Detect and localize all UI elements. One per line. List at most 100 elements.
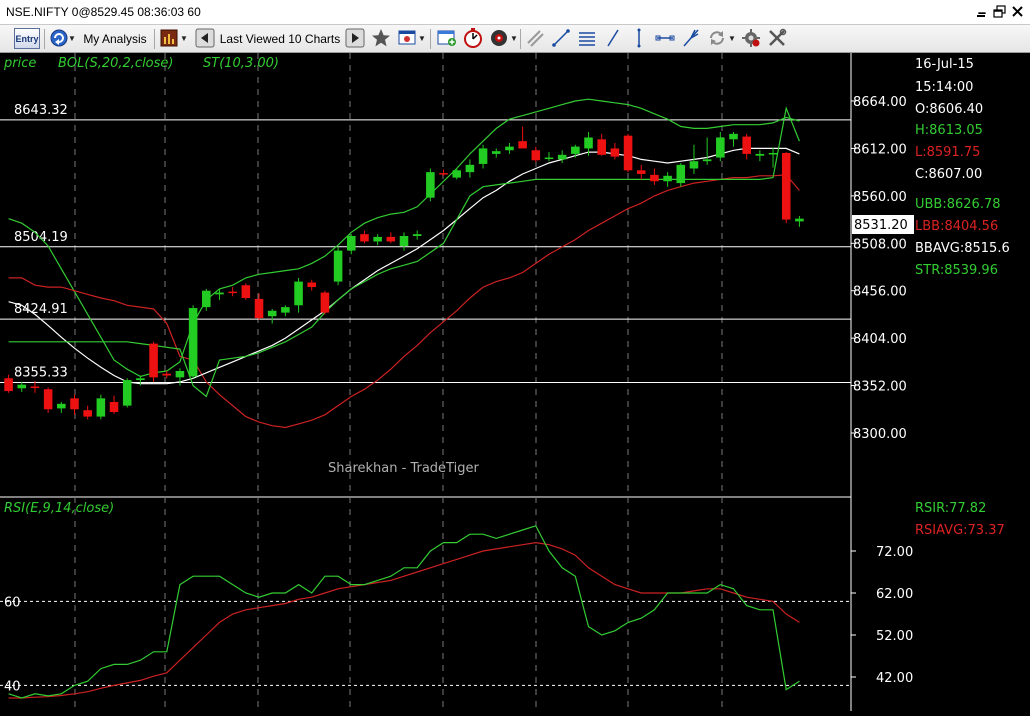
candle-body — [43, 389, 53, 410]
candle-body — [742, 136, 751, 154]
tools-icon[interactable] — [766, 28, 788, 48]
candle-body — [83, 410, 92, 417]
candle-body — [426, 172, 435, 198]
candle-body — [307, 282, 317, 288]
candle-body — [689, 161, 699, 169]
chart-area[interactable]: price BOL(S,20,2,close) ST(10,3.00) Shar… — [0, 53, 1030, 711]
channel-icon[interactable] — [628, 28, 650, 48]
candle-body — [373, 236, 382, 242]
speaker-dropdown-arrow[interactable]: ▼ — [510, 28, 518, 49]
candle-body — [623, 135, 633, 171]
rsi-line — [8, 525, 800, 699]
drawing-tools-icon[interactable] — [396, 28, 418, 48]
last-viewed-charts-button[interactable]: Last Viewed 10 Charts — [218, 28, 342, 49]
candle-body — [202, 290, 211, 308]
candle-body — [531, 150, 541, 161]
pitchfork-icon[interactable] — [680, 28, 702, 48]
trend-line-icon[interactable] — [524, 28, 546, 48]
candle-body — [702, 159, 712, 162]
candle-body — [491, 151, 501, 154]
settings-gear-icon[interactable] — [740, 28, 762, 48]
my-analysis-label: My Analysis — [83, 31, 147, 46]
candle-body — [716, 137, 725, 158]
candle-body — [557, 154, 567, 160]
stopwatch-icon[interactable] — [462, 28, 484, 48]
price-level-label: 8355.33 — [14, 366, 68, 381]
toolbar-separator — [520, 29, 521, 49]
candle-body — [544, 157, 554, 160]
window-title-bar: NSE.NIFTY 0@8529.45 08:36:03 60 🗕 — [0, 0, 1030, 25]
candle-body — [281, 307, 290, 313]
price-label: price — [3, 56, 36, 71]
current-price-label: 8531.20 — [854, 218, 908, 233]
rsi-level-label: 60 — [4, 595, 21, 610]
entry-button[interactable]: Entry — [14, 28, 40, 49]
candle-body — [663, 175, 672, 182]
rsi-average-line — [8, 541, 800, 699]
chart-type-dropdown-arrow[interactable]: ▼ — [180, 28, 188, 49]
my-analysis-button[interactable]: My Analysis — [80, 28, 150, 49]
candle-body — [228, 291, 237, 294]
price-axis-tick-label: 8612.00 — [853, 142, 907, 157]
candle-body — [729, 133, 738, 140]
candle-body — [412, 234, 422, 236]
info-close: C:8607.00 — [915, 167, 982, 182]
candle-body — [571, 146, 580, 154]
candle-body — [122, 380, 132, 406]
rsi-label: RSI(E,9,14,close) — [4, 501, 114, 516]
candle-body — [149, 343, 158, 378]
chart-type-icon[interactable] — [158, 28, 180, 48]
candle-body — [584, 137, 593, 149]
watermark: Sharekhan - TradeTiger — [328, 461, 479, 476]
candle-body — [768, 152, 778, 155]
rsi-axis-tick-label: 52.00 — [876, 629, 913, 644]
info-date: 16-Jul-15 — [915, 57, 974, 72]
toolbar-separator — [154, 29, 155, 49]
info-rsiavg: RSIAVG:73.37 — [915, 523, 1005, 538]
minimize-button[interactable] — [974, 4, 990, 20]
price-axis-tick-label: 8456.00 — [853, 285, 907, 300]
analysis-dropdown-arrow[interactable]: ▼ — [68, 28, 76, 49]
new-window-icon[interactable] — [436, 28, 458, 48]
price-level-label: 8643.32 — [14, 103, 68, 118]
ray-icon[interactable] — [602, 28, 624, 48]
chart-canvas[interactable]: price BOL(S,20,2,close) ST(10,3.00) Shar… — [0, 53, 1030, 711]
candle-body — [136, 378, 145, 381]
candle-body — [241, 285, 251, 299]
candle-body — [30, 386, 40, 388]
info-open: O:8606.40 — [915, 102, 983, 117]
analysis-icon[interactable] — [48, 28, 70, 48]
candle-body — [676, 164, 686, 184]
horizontal-line-icon[interactable] — [654, 28, 676, 48]
rsi-axis-tick-label: 72.00 — [876, 545, 913, 560]
refresh-icon[interactable] — [706, 28, 728, 48]
info-low: L:8591.75 — [915, 145, 980, 160]
restore-button[interactable] — [992, 4, 1008, 20]
candle-body — [188, 308, 198, 377]
candle-body — [162, 373, 172, 376]
window-title: NSE.NIFTY 0@8529.45 08:36:03 60 — [6, 5, 201, 19]
info-bbavg: BBAVG:8515.6 — [915, 241, 1010, 256]
supertrend-line — [8, 106, 800, 398]
rsi-axis-tick-label: 62.00 — [876, 587, 913, 602]
forward-arrow-icon[interactable] — [344, 28, 366, 48]
toolbar-separator — [430, 29, 431, 49]
drawing-tools-dropdown-arrow[interactable]: ▼ — [418, 28, 426, 49]
close-button[interactable] — [1010, 4, 1026, 20]
fibonacci-icon[interactable] — [576, 28, 598, 48]
refresh-dropdown-arrow[interactable]: ▼ — [728, 28, 736, 49]
price-axis-tick-label: 8560.00 — [853, 190, 907, 205]
speaker-icon[interactable] — [488, 28, 510, 48]
star-icon[interactable] — [370, 28, 392, 48]
candle-body — [57, 403, 66, 409]
candle-body — [109, 401, 119, 413]
candle-body — [4, 378, 13, 392]
back-arrow-icon[interactable] — [194, 28, 216, 48]
chart-marks-layer: 8643.32 8504.19 8424.91 8355.33 8664.00 8612.… — [0, 53, 913, 711]
candle-body — [636, 170, 646, 174]
candle-body — [439, 173, 448, 175]
line-icon[interactable] — [550, 28, 572, 48]
candle-body — [597, 139, 606, 155]
info-rsir: RSIR:77.82 — [915, 501, 986, 516]
candle-body — [267, 310, 277, 317]
